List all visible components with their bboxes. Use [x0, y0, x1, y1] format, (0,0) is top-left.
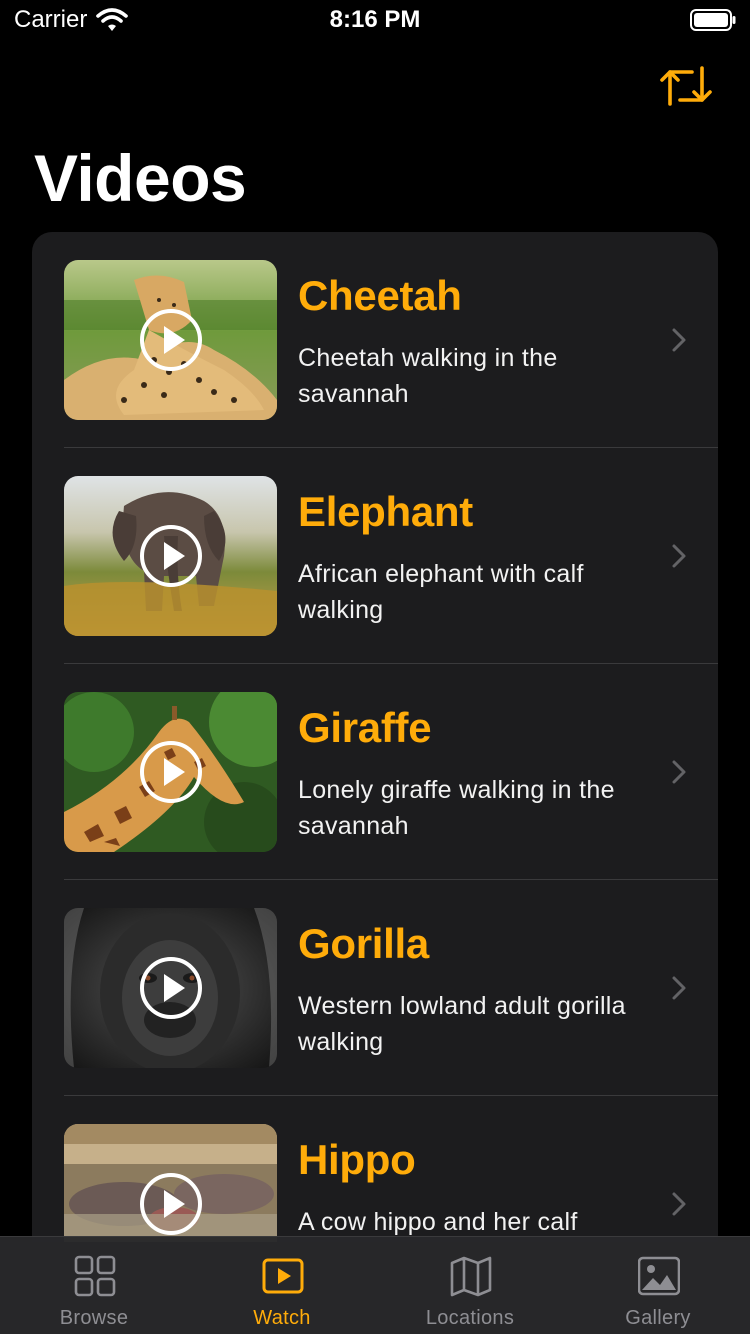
chevron-right-icon: [672, 760, 686, 784]
play-icon: [140, 741, 202, 803]
video-title: Gorilla: [298, 920, 429, 967]
video-thumbnail-gorilla: [64, 908, 277, 1068]
chevron-right-icon: [672, 328, 686, 352]
play-rectangle-icon: [262, 1258, 304, 1294]
rotate-arrows-icon[interactable]: [658, 64, 714, 108]
battery-icon: [690, 9, 736, 31]
tab-locations[interactable]: Locations: [376, 1237, 564, 1334]
video-thumbnail-cheetah: [64, 260, 277, 420]
play-icon: [140, 1173, 202, 1235]
video-title: Hippo: [298, 1136, 416, 1183]
tab-label: Browse: [59, 1307, 129, 1329]
play-icon: [140, 309, 202, 371]
tab-bar: Browse Watch Locations Gallery: [0, 1236, 750, 1334]
map-icon: [450, 1256, 492, 1297]
video-description: A cow hippo and her calf: [298, 1208, 578, 1236]
video-row-gorilla[interactable]: Gorilla Western lowland adult gorilla wa…: [32, 880, 718, 1096]
video-row-elephant[interactable]: Elephant African elephant with calf walk…: [32, 448, 718, 664]
status-time: 8:16 PM: [329, 6, 421, 33]
tab-label: Watch: [253, 1307, 311, 1329]
screen: Carrier 8:16 PM Videos Cheetah Cheetah w…: [0, 0, 750, 1334]
video-description: Cheetah walking in the savannah: [298, 344, 558, 408]
tab-label: Locations: [425, 1307, 515, 1329]
tab-gallery[interactable]: Gallery: [564, 1237, 750, 1334]
status-bar: Carrier 8:16 PM: [0, 0, 750, 40]
video-row-hippo[interactable]: Hippo A cow hippo and her calf: [32, 1096, 718, 1242]
video-title: Cheetah: [298, 272, 462, 319]
video-list: Cheetah Cheetah walking in the savannah: [32, 232, 718, 1242]
tab-label: Gallery: [625, 1307, 691, 1329]
chevron-right-icon: [672, 1192, 686, 1216]
photo-icon: [638, 1256, 680, 1296]
video-row-cheetah[interactable]: Cheetah Cheetah walking in the savannah: [32, 232, 718, 448]
tab-browse[interactable]: Browse: [0, 1237, 188, 1334]
video-title: Elephant: [298, 488, 473, 535]
video-thumbnail-hippo: [64, 1124, 277, 1242]
video-thumbnail-elephant: [64, 476, 277, 636]
page-title: Videos: [34, 141, 247, 215]
tab-watch[interactable]: Watch: [188, 1237, 376, 1334]
video-title: Giraffe: [298, 704, 432, 751]
chevron-right-icon: [672, 544, 686, 568]
video-description: Western lowland adult gorilla walking: [298, 992, 626, 1056]
play-icon: [140, 957, 202, 1019]
chevron-right-icon: [672, 976, 686, 1000]
video-description: Lonely giraffe walking in the savannah: [298, 776, 615, 840]
video-thumbnail-giraffe: [64, 692, 277, 852]
play-icon: [140, 525, 202, 587]
grid-icon: [74, 1255, 116, 1297]
video-description: African elephant with calf walking: [298, 560, 584, 624]
video-row-giraffe[interactable]: Giraffe Lonely giraffe walking in the sa…: [32, 664, 718, 880]
